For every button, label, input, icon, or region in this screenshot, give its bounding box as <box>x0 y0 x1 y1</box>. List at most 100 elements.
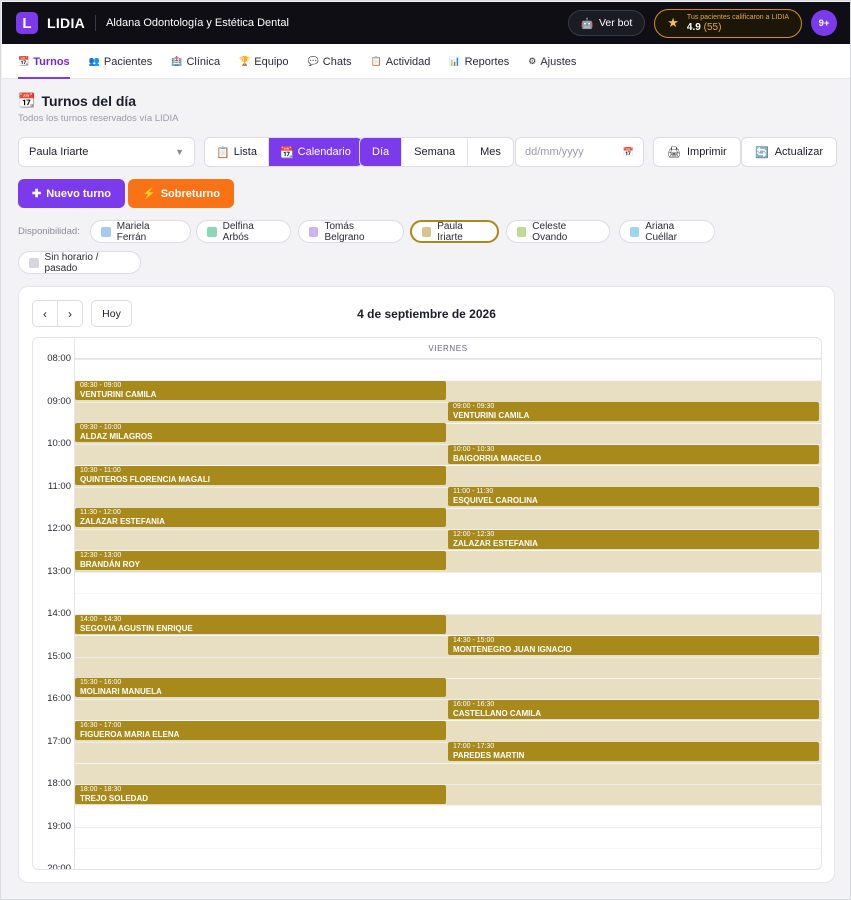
color-swatch <box>630 226 640 237</box>
professional-select[interactable]: Paula Iriarte ▼ <box>18 137 195 167</box>
lightning-icon: ⚡ <box>142 188 156 200</box>
nav-tab-ajustes[interactable]: ⚙ Ajustes <box>528 44 576 79</box>
hour-label: 13:00 <box>47 565 71 577</box>
day-grid[interactable]: VIERNES 08:00 09:00 10:00 11:00 12:00 13:00 14… <box>32 337 822 870</box>
view-bot-label: Ver bot <box>598 17 633 29</box>
appointment-block[interactable]: 10:00 - 10:30 BAIGORRIA MARCELO <box>448 444 819 464</box>
nav-tab-chats[interactable]: 💬 Chats <box>308 44 352 79</box>
view-list-button[interactable]: 📋 Lista <box>205 138 269 166</box>
date-input[interactable]: dd/mm/yyyy 📅 <box>515 137 644 167</box>
nav-tab-actividad[interactable]: 📋 Actividad <box>371 44 431 79</box>
appointment-time: 08:30 - 09:00 <box>80 381 122 389</box>
appointment-block[interactable]: 15:30 - 16:00 MOLINARI MANUELA <box>75 678 446 698</box>
appointment-time: 10:30 - 11:00 <box>80 466 121 474</box>
hour-label: 14:00 <box>47 608 71 619</box>
availability-chip[interactable]: Ariana Cuéllar <box>619 220 715 243</box>
availability-chip[interactable]: Sin horario / pasado <box>18 251 141 274</box>
robot-icon: 🤖 <box>580 17 594 30</box>
appointment-block[interactable]: 14:30 - 15:00 MONTENEGRO JUAN IGNACIO <box>448 635 819 655</box>
appointment-time: 16:30 - 17:00 <box>80 721 122 729</box>
appointment-block[interactable]: 14:00 - 14:30 SEGOVIA AGUSTIN ENRIQUE <box>75 614 446 634</box>
nav-tab-label: Chats <box>322 55 352 68</box>
availability-chip[interactable]: Delfina Arbós <box>196 220 291 243</box>
appointment-block[interactable]: 09:00 - 09:30 VENTURINI CAMILA <box>448 402 819 421</box>
refresh-button[interactable]: 🔄 Actualizar <box>741 137 837 167</box>
color-swatch <box>29 257 39 268</box>
availability-chip[interactable]: Paula Iriarte <box>410 220 499 243</box>
rating-count: (55) <box>703 21 722 33</box>
overbook-button[interactable]: ⚡ Sobreturno <box>128 179 234 208</box>
appointment-block[interactable]: 10:30 - 11:00 QUINTEROS FLORENCIA MAGALI <box>75 465 446 485</box>
view-list-label: Lista <box>233 146 257 158</box>
nav-tab-turnos[interactable]: 📆 Turnos <box>18 44 70 79</box>
range-month-button[interactable]: Mes <box>468 138 513 166</box>
availability-chip-label: Celeste Ovando <box>532 220 568 243</box>
availability-chip[interactable]: Mariela Ferrán <box>90 220 191 243</box>
appointment-time: 15:30 - 16:00 <box>80 679 122 687</box>
availability-chip-label: Sin horario / pasado <box>44 251 99 274</box>
appointment-patient: ESQUIVEL CAROLINA <box>453 496 538 505</box>
list-icon: 📋 <box>370 56 382 66</box>
hour-gridline <box>75 359 821 360</box>
nav-tab-reportes[interactable]: 📊 Reportes <box>449 44 509 79</box>
hour-label: 15:00 <box>47 650 71 662</box>
hour-label: 09:00 <box>47 395 71 407</box>
time-gutter <box>33 338 75 869</box>
half-hour-gridline <box>75 592 821 594</box>
appointment-block[interactable]: 18:00 - 18:30 TREJO SOLEDAD <box>75 784 446 804</box>
professional-select-value: Paula Iriarte <box>29 146 89 158</box>
new-appointment-button[interactable]: ✚ Nuevo turno <box>18 179 125 208</box>
calendar-icon: 📆 <box>279 146 294 159</box>
appointment-block[interactable]: 11:30 - 12:00 ZALAZAR ESTEFANIA <box>75 508 446 528</box>
color-swatch <box>309 226 319 237</box>
appointment-block[interactable]: 12:30 - 13:00 BRANDÁN ROY <box>75 550 446 570</box>
print-button[interactable]: 🖨 Imprimir <box>653 137 741 167</box>
printer-icon: 🖨 <box>667 146 681 159</box>
appointment-time: 09:00 - 09:30 <box>453 403 495 410</box>
half-hour-gridline <box>75 847 821 849</box>
rating-value-line: 4.9 (55) <box>687 22 789 34</box>
appointment-block[interactable]: 16:00 - 16:30 CASTELLANO CAMILA <box>448 699 819 719</box>
hour-label: 16:00 <box>47 693 71 704</box>
appointment-block[interactable]: 17:00 - 17:30 PAREDES MARTIN <box>448 742 819 761</box>
refresh-icon: 🔄 <box>755 146 769 159</box>
appointment-time: 12:00 - 12:30 <box>453 530 495 538</box>
nav-tab-label: Pacientes <box>103 55 153 68</box>
chat-icon: 💬 <box>307 56 319 66</box>
nav-tab-pacientes[interactable]: 👥 Pacientes <box>89 44 153 79</box>
availability-chip-label: Paula Iriarte <box>437 220 463 243</box>
range-day-button[interactable]: Día <box>360 138 403 166</box>
trophy-icon: 🏆 <box>239 56 251 66</box>
calendar-card: ‹ › Hoy 4 de septiembre de 2026 VIERNES … <box>18 286 835 883</box>
appointment-time: 16:00 - 16:30 <box>453 700 495 708</box>
availability-chip[interactable]: Celeste Ovando <box>506 220 610 243</box>
color-swatch <box>101 226 111 237</box>
appointment-block[interactable]: 09:30 - 10:00 ALDAZ MILAGROS <box>75 423 446 443</box>
view-bot-button[interactable]: 🤖 Ver bot <box>567 10 646 36</box>
appointment-time: 11:30 - 12:00 <box>80 509 121 517</box>
hour-label: 19:00 <box>47 820 71 832</box>
nav-tab-equipo[interactable]: 🏆 Equipo <box>239 44 288 79</box>
hour-label: 10:00 <box>47 438 71 449</box>
appointment-block[interactable]: 16:30 - 17:00 FIGUEROA MARIA ELENA <box>75 720 446 740</box>
appointment-block[interactable]: 08:30 - 09:00 VENTURINI CAMILA <box>75 380 446 400</box>
availability-chip[interactable]: Tomás Belgrano <box>298 220 404 243</box>
hour-gridline <box>75 869 821 870</box>
range-week-button[interactable]: Semana <box>402 138 469 166</box>
color-swatch <box>422 226 432 237</box>
hour-label: 20:00 <box>47 863 71 870</box>
view-calendar-button[interactable]: 📆 Calendario <box>268 138 362 166</box>
users-icon: 👥 <box>88 56 100 66</box>
page-subtitle: Todos los turnos reservados vía LIDIA <box>18 113 179 124</box>
appointment-block[interactable]: 12:00 - 12:30 ZALAZAR ESTEFANIA <box>448 529 819 549</box>
rating-value: 4.9 <box>686 21 701 33</box>
appointment-block[interactable]: 11:00 - 11:30 ESQUIVEL CAROLINA <box>448 487 819 506</box>
color-swatch <box>517 226 527 237</box>
rating-badge[interactable]: ★ Tus pacientes calificaron a LIDIA 4.9 … <box>654 8 802 38</box>
nav-tab-clínica[interactable]: 🏥 Clínica <box>171 44 220 79</box>
rating-caption: Tus pacientes calificaron a LIDIA <box>686 13 789 21</box>
appointment-time: 11:00 - 11:30 <box>453 488 494 495</box>
availability-label: Disponibilidad: <box>18 226 80 237</box>
notifications-badge[interactable]: 9+ <box>811 10 837 36</box>
hour-gridline <box>75 571 821 573</box>
